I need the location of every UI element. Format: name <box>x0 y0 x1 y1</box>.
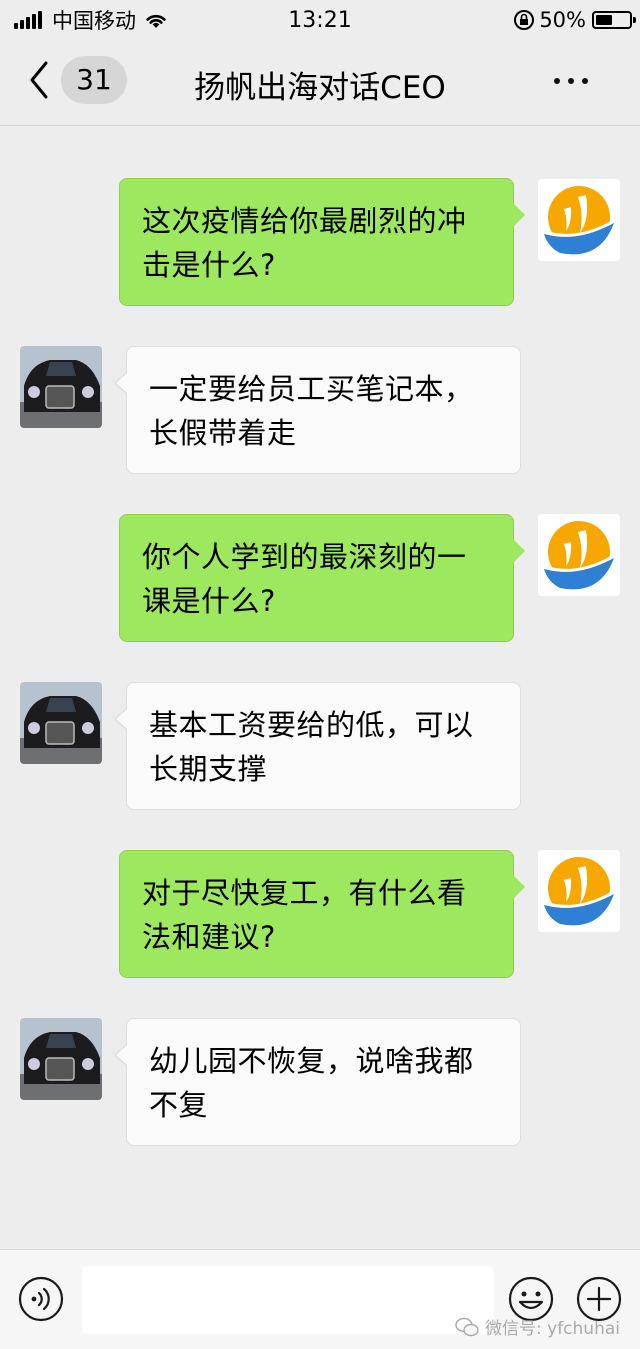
car-photo-icon <box>20 1018 102 1100</box>
battery-icon <box>592 11 636 29</box>
battery-percent: 50% <box>539 8 586 32</box>
logo-icon <box>538 179 620 261</box>
ceo-avatar[interactable] <box>20 1018 102 1100</box>
rotation-lock-icon <box>514 10 535 30</box>
status-right: 50% <box>513 8 636 32</box>
message-text: 对于尽快复工，有什么看法和建议? <box>142 876 467 954</box>
chevron-left-icon[interactable] <box>28 60 50 100</box>
car-photo-icon <box>20 346 102 428</box>
message-bubble-sent[interactable]: 这次疫情给你最剧烈的冲击是什么? <box>119 178 525 306</box>
message-bubble-received[interactable]: 幼儿园不恢复，说啥我都不复 <box>114 1018 521 1146</box>
host-avatar[interactable] <box>538 179 620 261</box>
message-bubble-received[interactable]: 一定要给员工买笔记本，长假带着走 <box>114 346 521 474</box>
host-avatar[interactable] <box>538 850 620 932</box>
ceo-avatar[interactable] <box>20 682 102 764</box>
host-avatar[interactable] <box>538 514 620 596</box>
message-text: 一定要给员工买笔记本，长假带着走 <box>149 372 474 450</box>
status-bar: 中国移动 13:21 50% <box>0 0 640 42</box>
message-bubble-received[interactable]: 基本工资要给的低，可以长期支撑 <box>114 682 521 810</box>
wechat-icon <box>455 1317 479 1336</box>
message-text: 你个人学到的最深刻的一课是什么? <box>142 540 467 618</box>
ceo-avatar[interactable] <box>20 346 102 428</box>
message-text: 这次疫情给你最剧烈的冲击是什么? <box>142 204 467 282</box>
unread-count-badge[interactable]: 31 <box>61 56 127 104</box>
watermark-text: 微信号: yfchuhai <box>485 1319 620 1339</box>
logo-icon <box>538 514 620 596</box>
input-bar: 微信号: yfchuhai <box>0 1249 640 1349</box>
message-text: 幼儿园不恢复，说啥我都不复 <box>149 1044 474 1122</box>
voice-icon[interactable] <box>18 1276 64 1322</box>
watermark: 微信号: yfchuhai <box>455 1314 620 1339</box>
nav-bar: 31 扬帆出海对话CEO <box>0 42 640 126</box>
message-input[interactable] <box>82 1266 494 1334</box>
more-dots-icon[interactable] <box>550 78 592 84</box>
logo-icon <box>538 850 620 932</box>
car-photo-icon <box>20 682 102 764</box>
message-text: 基本工资要给的低，可以长期支撑 <box>149 708 474 786</box>
message-bubble-sent[interactable]: 你个人学到的最深刻的一课是什么? <box>119 514 525 642</box>
chat-title: 扬帆出海对话CEO <box>194 70 446 106</box>
message-bubble-sent[interactable]: 对于尽快复工，有什么看法和建议? <box>119 850 525 978</box>
